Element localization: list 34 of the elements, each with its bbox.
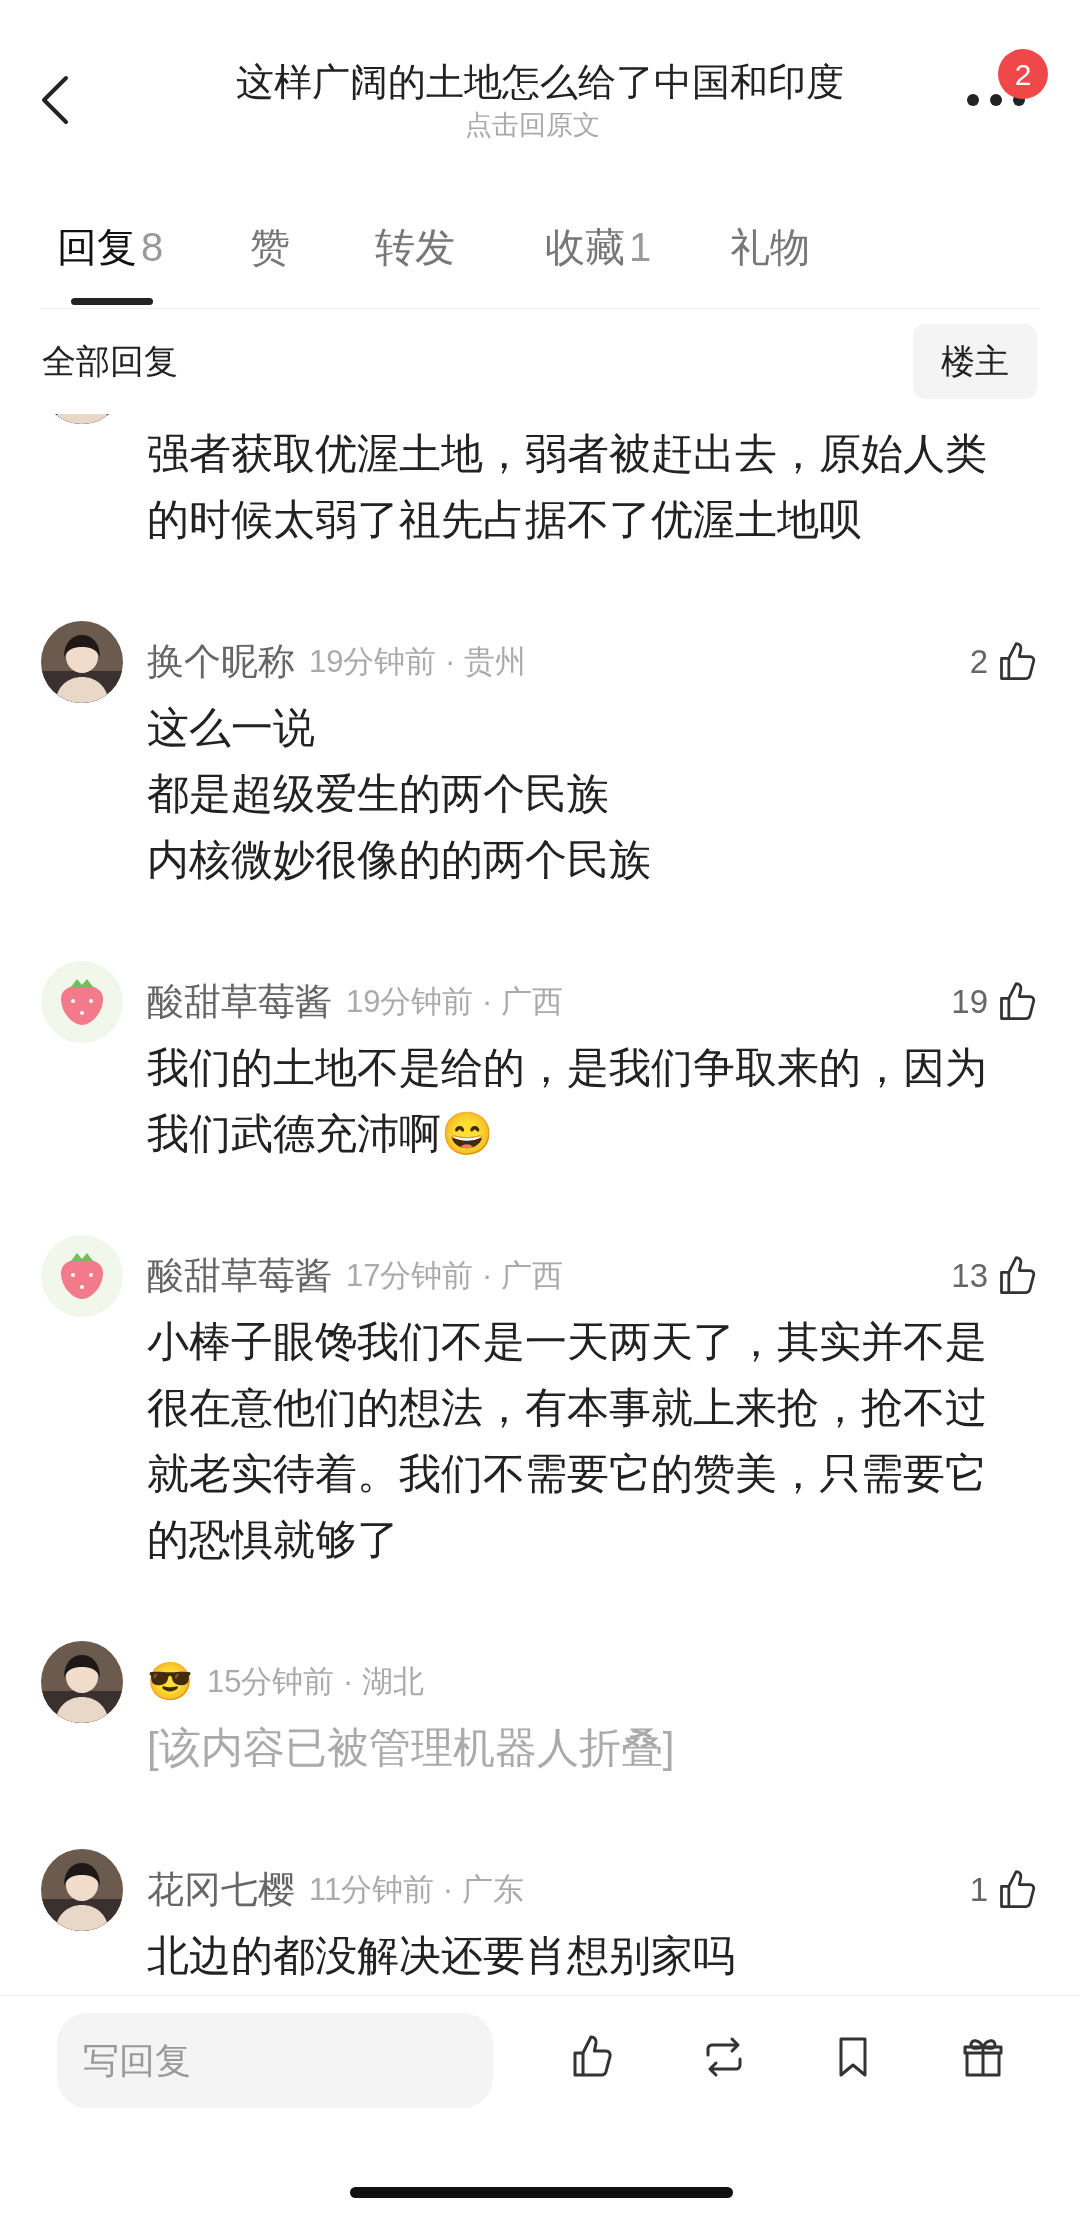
- comment-text: 内核微妙很像的的两个民族: [147, 835, 652, 885]
- reply-input-field[interactable]: 写回复: [57, 2013, 493, 2108]
- tab[interactable]: 回复8: [57, 222, 164, 309]
- username[interactable]: 酸甜草莓酱: [147, 974, 332, 1030]
- comment-text: 这么一说: [147, 703, 316, 753]
- like-count: 2: [969, 642, 988, 683]
- comment-meta: 15分钟前 · 湖北: [207, 1662, 425, 1701]
- comment-text: 都是超级爱生的两个民族: [147, 769, 610, 819]
- strawberry-avatar[interactable]: [41, 961, 123, 1043]
- comment-text: [该内容已被管理机器人折叠]: [147, 1723, 676, 1773]
- strawberry-avatar[interactable]: [41, 1235, 123, 1317]
- username[interactable]: 花冈七樱: [147, 1862, 295, 1918]
- comment-text: 北边的都没解决还要肖想别家吗: [147, 1931, 736, 1981]
- username[interactable]: 换个昵称: [147, 634, 295, 690]
- username[interactable]: 酸甜草莓酱: [147, 1248, 332, 1304]
- tab[interactable]: 转发: [375, 222, 455, 309]
- tab[interactable]: 赞: [250, 222, 290, 309]
- comment-meta: 19分钟前 · 广西: [346, 982, 564, 1021]
- comment-meta: 17分钟前 · 广西: [346, 1256, 564, 1295]
- like-count: 19: [951, 982, 988, 1023]
- comment-text: 强者获取优渥土地，弱者被赶出去，原始人类的时候太弱了祖先占据不了优渥土地呗: [147, 429, 988, 545]
- section-label: 全部回复: [42, 341, 178, 382]
- like-count: 13: [951, 1256, 988, 1297]
- author-only-button[interactable]: 楼主: [913, 324, 1037, 399]
- post-title[interactable]: 这样广阔的土地怎么给了中国和印度: [236, 58, 844, 106]
- like-count: 1: [969, 1870, 988, 1911]
- tab[interactable]: 收藏1: [545, 222, 652, 309]
- notification-badge: 2: [998, 49, 1048, 99]
- comment-meta: 11分钟前 · 广东: [309, 1870, 524, 1909]
- comment-text: 我们的土地不是给的，是我们争取来的，因为我们武德充沛啊😄: [147, 1043, 988, 1159]
- tab[interactable]: 礼物: [730, 222, 810, 309]
- comment-meta: 19分钟前 · 贵州: [309, 642, 527, 681]
- comment-text: 小棒子眼馋我们不是一天两天了，其实并不是很在意他们的想法，有本事就上来抢，抢不过就老实待着。我们不需要它的赞美，只需要它的恐惧就够了: [147, 1317, 988, 1565]
- back-icon[interactable]: [40, 74, 70, 126]
